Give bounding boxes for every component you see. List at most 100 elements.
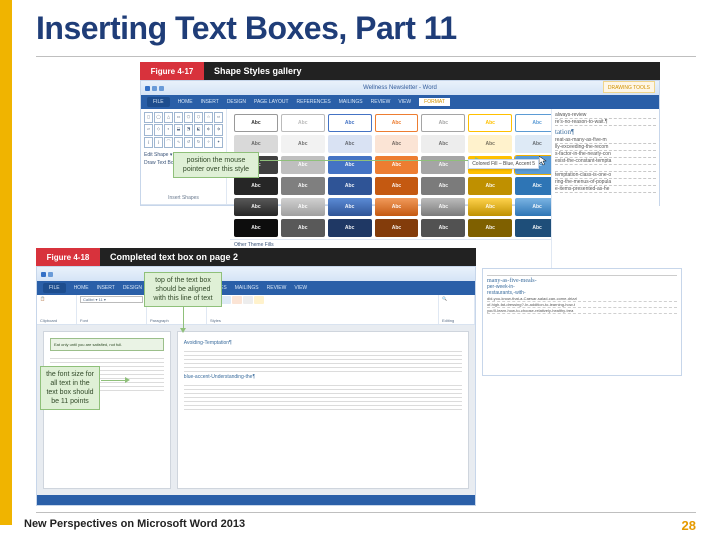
group-styles: Styles (207, 295, 439, 324)
qat-undo-icon[interactable] (159, 86, 164, 91)
style-swatch[interactable]: Abc (421, 135, 465, 153)
group-label-insert-shapes: Insert Shapes (144, 193, 223, 201)
doc-heading-blue: Avoiding-Temptation¶ (184, 340, 462, 346)
word-window: FILE HOME INSERT DESIGN PAGE LAYOUT REFE… (36, 266, 476, 506)
group-editing: 🔍Editing (439, 295, 475, 324)
style-swatch[interactable]: Abc (468, 177, 512, 195)
figure-caption: Shape Styles gallery (204, 66, 302, 76)
tab-home[interactable]: HOME (178, 99, 193, 105)
document-preview-right: always-review re's-no-reason-to-wait.¶ t… (551, 109, 659, 269)
doc-line: esist-the-constant-tempta (555, 158, 656, 165)
style-swatch[interactable]: Abc (328, 219, 372, 237)
style-swatch[interactable]: Abc (281, 156, 325, 174)
style-swatch[interactable]: Abc (421, 156, 465, 174)
doc-line (555, 165, 656, 172)
word-icon (145, 86, 150, 91)
style-swatch[interactable]: Abc (328, 177, 372, 195)
style-swatch[interactable]: Abc (328, 198, 372, 216)
tab-page-layout[interactable]: PAGE LAYOUT (254, 99, 289, 105)
completed-text-box[interactable]: Eat only until you are satisfied, not fu… (50, 338, 164, 351)
doc-line: lly-exceeding-the-recom (555, 144, 656, 151)
group-shape-styles: Abc Abc Abc Abc Abc Abc Abc Abc Abc Abc … (227, 109, 567, 204)
tab-design[interactable]: DESIGN (123, 285, 142, 291)
status-bar (37, 495, 475, 505)
callout-top-align: top of the text box should be aligned wi… (144, 272, 222, 307)
doc-line (184, 368, 462, 372)
qat-save-icon[interactable] (48, 272, 53, 277)
tab-format[interactable]: FORMAT (419, 98, 450, 106)
page-left: Eat only until you are satisfied, not fu… (43, 331, 171, 489)
doc-line: s-factor-in-the-nearly-con (555, 151, 656, 158)
style-swatch[interactable]: Abc (468, 114, 512, 132)
tab-insert[interactable]: INSERT (97, 285, 115, 291)
ribbon-tabs: FILE HOME INSERT DESIGN PAGE LAYOUT REFE… (141, 95, 659, 109)
tab-review[interactable]: REVIEW (267, 285, 287, 291)
ribbon-tabs: FILE HOME INSERT DESIGN PAGE LAYOUT REFE… (37, 281, 475, 295)
style-swatch[interactable]: Abc (281, 177, 325, 195)
doc-line: you'll-learn-how-to-choose-relatively-he… (487, 308, 677, 314)
tab-mailings[interactable]: MAILINGS (339, 99, 363, 105)
doc-line: reat-as-many-as-five-m (555, 137, 656, 144)
doc-line (184, 406, 462, 410)
callout-arrow (101, 380, 125, 381)
figure-number: Figure 4-17 (140, 62, 204, 80)
callout-pointer-style: position the mouse pointer over this sty… (173, 152, 259, 178)
style-swatch[interactable]: Abc (234, 198, 278, 216)
styles-gallery-mini[interactable] (210, 296, 435, 304)
figure-caption-bar: Figure 4-18 Completed text box on page 2 (36, 248, 476, 266)
style-swatch[interactable]: Abc (421, 114, 465, 132)
shapes-gallery[interactable]: ◻◯△▭⬠⬡☆⇨ ▱◇◐⬓⬔⬕⬖⬗ {}⌒∿↺↻✧✦ (144, 112, 223, 148)
tab-insert[interactable]: INSERT (201, 99, 219, 105)
style-swatch[interactable]: Abc (468, 219, 512, 237)
page-right: Avoiding-Temptation¶ blue-accent-Underst… (177, 331, 469, 489)
style-swatch[interactable]: Abc (375, 177, 419, 195)
tab-file[interactable]: FILE (43, 283, 66, 293)
style-swatch[interactable]: Abc (375, 198, 419, 216)
qat-save-icon[interactable] (152, 86, 157, 91)
style-swatch[interactable]: Abc (234, 135, 278, 153)
style-swatch[interactable]: Abc (328, 114, 372, 132)
style-swatch[interactable]: Abc (375, 135, 419, 153)
style-swatch[interactable]: Abc (375, 156, 419, 174)
accent-bar (0, 0, 12, 525)
divider-top (36, 56, 696, 57)
tab-mailings[interactable]: MAILINGS (235, 285, 259, 291)
tab-review[interactable]: REVIEW (371, 99, 391, 105)
style-swatch[interactable]: Abc (234, 114, 278, 132)
tab-references[interactable]: REFERENCES (297, 99, 331, 105)
doc-line: re's-no-reason-to-wait.¶ (555, 119, 656, 126)
style-swatch[interactable]: Abc (234, 177, 278, 195)
style-swatch[interactable]: Abc (421, 219, 465, 237)
callout-font-size: the font size for all text in the text b… (40, 366, 100, 410)
contextual-tab-label: DRAWING TOOLS (603, 81, 655, 93)
style-swatch[interactable]: Abc (234, 219, 278, 237)
style-swatch[interactable]: Abc (421, 198, 465, 216)
style-tooltip: Colored Fill – Blue, Accent 5 (468, 159, 539, 169)
document-title: Wellness Newsletter - Word (363, 85, 437, 91)
doc-line: ring-the-menus-of-popula (555, 179, 656, 186)
style-swatch[interactable]: Abc (468, 198, 512, 216)
figure-4-18: Figure 4-18 Completed text box on page 2… (36, 248, 476, 506)
style-swatch[interactable]: Abc (281, 219, 325, 237)
arrow-head-icon (125, 377, 130, 383)
tab-view[interactable]: VIEW (294, 285, 307, 291)
style-swatch[interactable]: Abc (281, 114, 325, 132)
tab-home[interactable]: HOME (74, 285, 89, 291)
doc-line: temptation-class-is-one-o (555, 172, 656, 179)
tab-design[interactable]: DESIGN (227, 99, 246, 105)
tab-view[interactable]: VIEW (398, 99, 411, 105)
footer-text: New Perspectives on Microsoft Word 2013 (24, 518, 245, 530)
title-bar: Wellness Newsletter - Word DRAWING TOOLS (141, 81, 659, 95)
style-swatch[interactable]: Abc (421, 177, 465, 195)
tab-file[interactable]: FILE (147, 97, 170, 107)
style-swatch[interactable]: Abc (375, 114, 419, 132)
style-swatch[interactable]: Abc (281, 198, 325, 216)
group-clipboard: 📋Clipboard (37, 295, 77, 324)
style-swatch[interactable]: Abc (281, 135, 325, 153)
shape-styles-gallery[interactable]: Abc Abc Abc Abc Abc Abc Abc Abc Abc Abc … (230, 112, 563, 239)
slide-title: Inserting Text Boxes, Part 11 (36, 10, 457, 47)
style-swatch[interactable]: Abc (468, 135, 512, 153)
style-swatch[interactable]: Abc (375, 219, 419, 237)
style-swatch[interactable]: Abc (328, 156, 372, 174)
style-swatch[interactable]: Abc (328, 135, 372, 153)
